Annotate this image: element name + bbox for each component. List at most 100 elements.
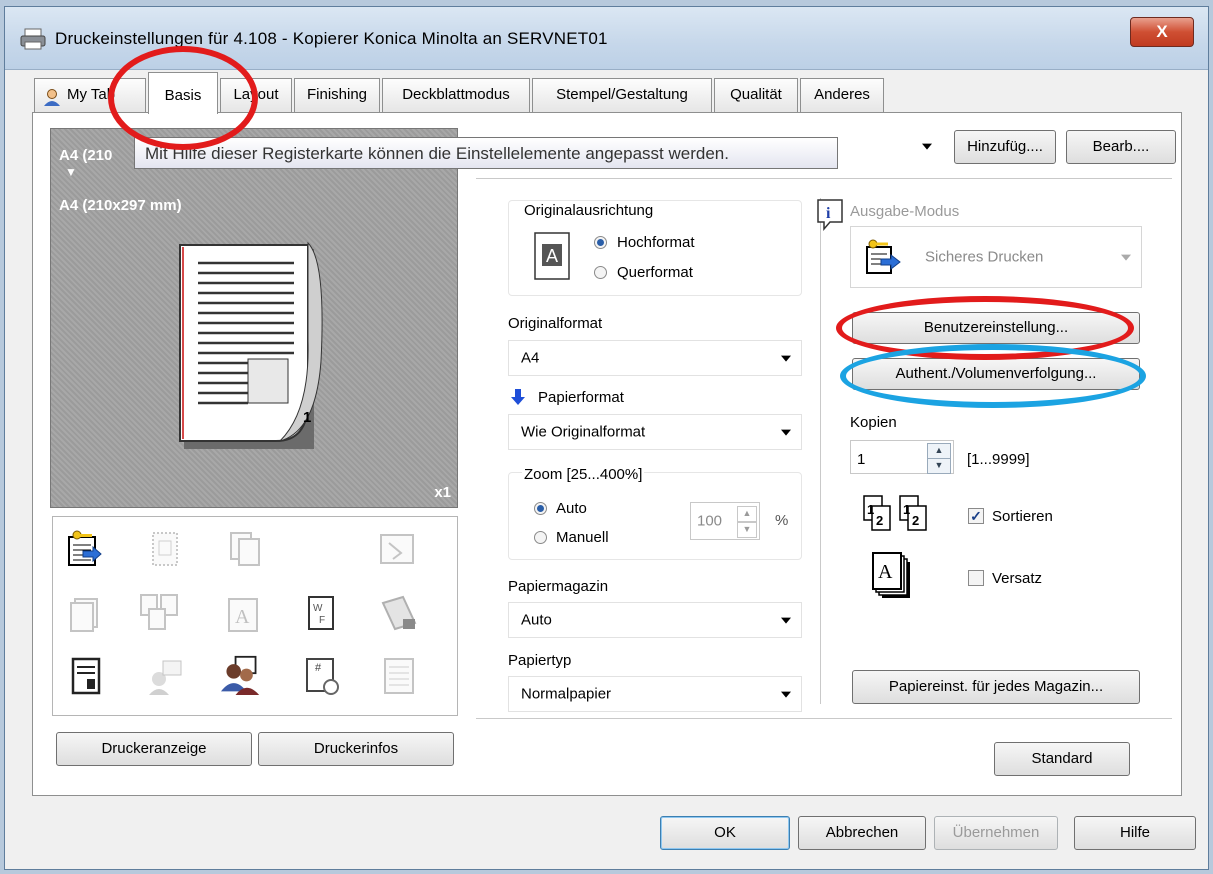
paper-size-label: Papierformat (538, 389, 624, 406)
font-icon[interactable]: A (225, 595, 265, 635)
printer-icon (20, 28, 46, 50)
blue-down-arrow-icon (511, 389, 525, 405)
function-icon-grid: A WF # (52, 516, 458, 716)
svg-text:A: A (878, 561, 893, 583)
orientation-label: Originalausrichtung (522, 202, 656, 219)
svg-text:F: F (319, 615, 325, 626)
paper-type-select[interactable]: Normalpapier (508, 676, 802, 712)
info-icon[interactable]: i (816, 198, 846, 232)
landscape-radio[interactable] (594, 266, 607, 279)
copies-down-arrow-icon[interactable]: ▼ (927, 458, 951, 474)
tab-anderes[interactable]: Anderes (800, 78, 884, 112)
printer-info-button[interactable]: Druckerinfos (258, 732, 454, 766)
cancel-button[interactable]: Abbrechen (798, 816, 926, 850)
printer-view-button[interactable]: Druckeranzeige (56, 732, 252, 766)
tab-basis[interactable]: Basis (148, 72, 218, 114)
column-divider (820, 198, 821, 704)
svg-text:i: i (826, 205, 831, 222)
header-divider (476, 178, 1172, 179)
title-bar[interactable]: Druckeinstellungen für 4.108 - Kopierer … (5, 7, 1208, 70)
watermark-icon[interactable]: WF (301, 593, 341, 633)
output-mode-label: Ausgabe-Modus (850, 203, 960, 220)
zoom-manual-radio[interactable] (534, 531, 547, 544)
help-button[interactable]: Hilfe (1074, 816, 1196, 850)
add-favorite-button[interactable]: Hinzufüg.... (954, 130, 1056, 164)
copies-label: Kopien (850, 414, 897, 431)
edit-favorite-button[interactable]: Bearb.... (1066, 130, 1176, 164)
zoom-value-input[interactable]: 100 ▲ ▼ (690, 502, 760, 540)
copies-input[interactable]: 1 ▲ ▼ (850, 440, 954, 474)
secure-print-icon[interactable] (65, 529, 105, 569)
offset-checkbox[interactable] (968, 570, 984, 586)
close-button[interactable]: X (1130, 17, 1194, 47)
standard-button[interactable]: Standard (994, 742, 1130, 776)
chevron-down-icon (1121, 254, 1131, 261)
page-border-icon[interactable] (145, 529, 185, 569)
preview-arrow-icon: ▼ (65, 165, 77, 179)
preview-size-output: A4 (210x297 mm) (59, 197, 182, 214)
preview-copies-multiplier: x1 (434, 484, 451, 501)
paper-tray-label: Papiermagazin (508, 578, 609, 595)
offset-label: Versatz (992, 570, 1043, 587)
copies-up-arrow-icon[interactable]: ▲ (927, 443, 951, 459)
tab-tooltip: Mit Hilfe dieser Registerkarte können di… (134, 137, 838, 169)
tab-finishing[interactable]: Finishing (294, 78, 380, 112)
svg-text:W: W (313, 603, 323, 614)
chevron-down-icon (922, 143, 932, 150)
portrait-radio[interactable] (594, 236, 607, 249)
paper-tray-select[interactable]: Auto (508, 602, 802, 638)
zoom-auto-radio[interactable] (534, 502, 547, 515)
footer-divider (476, 718, 1172, 719)
landscape-label: Querformat (617, 264, 693, 281)
zoom-label: Zoom [25...400%] (522, 466, 645, 483)
banner-page-icon[interactable] (379, 657, 419, 697)
original-size-select[interactable]: A4 (508, 340, 802, 376)
copies-stack-icon[interactable] (65, 595, 105, 635)
page-preview-icon (179, 241, 323, 449)
svg-text:1: 1 (903, 502, 910, 517)
tab-my-tab[interactable]: My Tab (34, 78, 146, 112)
zoom-manual-label: Manuell (556, 529, 609, 546)
apply-button[interactable]: Übernehmen (934, 816, 1058, 850)
hash-timer-icon[interactable]: # (303, 657, 343, 697)
chevron-down-icon (781, 429, 791, 436)
svg-text:1: 1 (867, 502, 874, 517)
preview-page-number: 1 (303, 409, 312, 426)
zoom-auto-label: Auto (556, 500, 587, 517)
tab-layout[interactable]: Layout (220, 78, 292, 112)
zoom-down-arrow-icon[interactable]: ▼ (737, 522, 757, 538)
print-preview: A4 (210 ▼ A4 (210x297 mm) 1 x1 (50, 128, 458, 508)
account-track-icon[interactable] (221, 655, 261, 695)
paper-size-select[interactable]: Wie Originalformat (508, 414, 802, 450)
tab-deckblattmodus[interactable]: Deckblattmodus (382, 78, 530, 112)
paper-type-label: Papiertyp (508, 652, 572, 669)
chevron-down-icon (781, 617, 791, 624)
user-icon (43, 86, 61, 106)
zoom-up-arrow-icon[interactable]: ▲ (737, 506, 757, 522)
booklet-icon[interactable] (377, 529, 417, 569)
zoom-unit: % (775, 512, 789, 529)
svg-text:2: 2 (912, 513, 919, 528)
tab-stempel-gestaltung[interactable]: Stempel/Gestaltung (532, 78, 712, 112)
offset-stack-icon: A (872, 552, 910, 598)
preview-size-original: A4 (210 (59, 147, 113, 164)
locked-job-icon[interactable] (379, 593, 419, 633)
duplex-pages-icon[interactable] (225, 529, 265, 569)
window-title: Druckeinstellungen für 4.108 - Kopierer … (55, 29, 608, 48)
authentication-tracking-button[interactable]: Authent./Volumenverfolgung... (852, 358, 1140, 390)
combine-pages-icon[interactable] (139, 591, 179, 631)
output-mode-select[interactable]: Sicheres Drucken (850, 226, 1142, 288)
secure-print-icon (866, 239, 901, 274)
tab-qualitaet[interactable]: Qualität (714, 78, 798, 112)
user-settings-button[interactable]: Benutzereinstellung... (852, 312, 1140, 344)
svg-text:#: # (315, 662, 322, 674)
user-box-icon[interactable] (145, 657, 185, 697)
ok-button[interactable]: OK (660, 816, 790, 850)
document-info-icon[interactable] (67, 657, 107, 697)
svg-text:A: A (546, 246, 558, 266)
collate-checkbox[interactable]: ✓ (968, 508, 984, 524)
copies-range: [1...9999] (967, 451, 1030, 468)
portrait-label: Hochformat (617, 234, 695, 251)
paper-per-tray-button[interactable]: Papiereinst. für jedes Magazin... (852, 670, 1140, 704)
collate-icon: 1 2 1 2 (863, 495, 927, 531)
